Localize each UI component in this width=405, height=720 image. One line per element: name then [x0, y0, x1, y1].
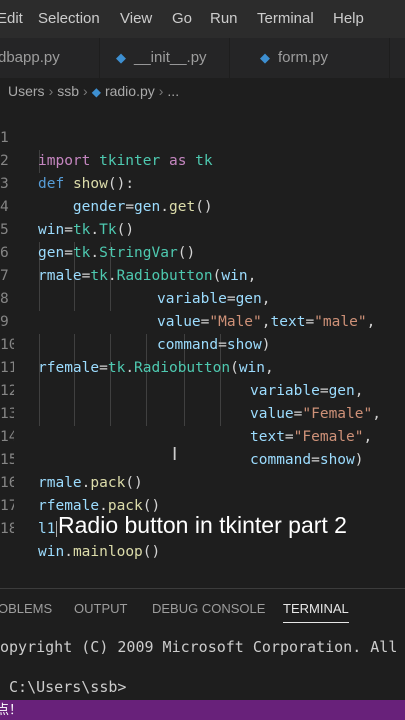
- video-caption: Radio button in tkinter part 2: [58, 512, 347, 538]
- code-line: 14 command=show): [0, 403, 405, 468]
- code-line: 8 value="Male",text="male",: [0, 265, 405, 330]
- menu-go[interactable]: Go: [172, 10, 192, 27]
- code-editor[interactable]: 1 import tkinter as tk 2 def show(): 3 g…: [0, 104, 405, 560]
- code-line: 12 value="Female",: [0, 357, 405, 422]
- chevron-right-icon: ›: [83, 83, 88, 99]
- menu-view[interactable]: View: [120, 10, 152, 27]
- tab-output[interactable]: OUTPUT: [74, 601, 127, 616]
- tab-dbapp[interactable]: dbapp.py: [0, 38, 100, 78]
- tab-label: dbapp.py: [0, 49, 60, 66]
- code-line: 16 rfemale.pack(): [0, 449, 405, 514]
- code-line: 7 variable=gen,: [0, 242, 405, 307]
- tab-problems[interactable]: OBLEMS: [0, 601, 52, 616]
- code-line: 5 gen=tk.StringVar(): [0, 196, 405, 261]
- breadcrumb-more[interactable]: ...: [167, 83, 179, 99]
- menu-edit[interactable]: Edit: [0, 10, 23, 27]
- code-line: 6 rmale=tk.Radiobutton(win,: [0, 219, 405, 284]
- panel-tab-bar: OBLEMS OUTPUT DEBUG CONSOLE TERMINAL: [0, 588, 405, 629]
- mouse-ibeam-icon: I: [172, 444, 178, 465]
- code-line: 2 def show():: [0, 127, 405, 192]
- code-line: 11 variable=gen,: [0, 334, 405, 399]
- python-file-icon: ◆: [260, 50, 270, 65]
- breadcrumb-file[interactable]: radio.py: [105, 83, 155, 99]
- tab-terminal[interactable]: TERMINAL: [283, 601, 349, 623]
- tab-init[interactable]: ◆ __init__.py: [100, 38, 230, 78]
- tab-label: form.py: [278, 49, 329, 66]
- code-line: 17 l1​: [0, 472, 405, 537]
- terminal-line: opyright (C) 2009 Microsoft Corporation.…: [0, 638, 405, 656]
- code-line: 3 gender=gen.get(): [0, 150, 405, 215]
- breadcrumb: Users › ssb › ◆ radio.py ›...: [0, 78, 405, 104]
- tab-debug-console[interactable]: DEBUG CONSOLE: [152, 601, 265, 616]
- status-text: 点！: [0, 702, 23, 717]
- menu-help[interactable]: Help: [333, 10, 364, 27]
- editor-tab-bar: dbapp.py ◆ __init__.py ◆ form.py: [0, 38, 405, 78]
- terminal-prompt[interactable]: C:\Users\ssb>: [0, 678, 405, 696]
- status-bar: 点！: [0, 700, 405, 720]
- python-file-icon: ◆: [91, 85, 101, 99]
- code-line: 13 text="Female",: [0, 380, 405, 445]
- tab-label: __init__.py: [134, 49, 207, 66]
- code-line: 9 command=show): [0, 288, 405, 353]
- tab-form[interactable]: ◆ form.py: [230, 38, 390, 78]
- menu-selection[interactable]: Selection: [38, 10, 100, 27]
- chevron-right-icon: ›: [48, 83, 54, 99]
- code-line: 1 import tkinter as tk: [0, 104, 405, 169]
- code-line: 10 rfemale=tk.Radiobutton(win,: [0, 311, 405, 376]
- menu-run[interactable]: Run: [210, 10, 238, 27]
- python-file-icon: ◆: [116, 50, 126, 65]
- code-line: 15 rmale.pack(): [0, 426, 405, 491]
- menu-terminal[interactable]: Terminal: [257, 10, 314, 27]
- breadcrumb-ssb[interactable]: ssb: [57, 83, 79, 99]
- code-line: 4 win=tk.Tk(): [0, 173, 405, 238]
- breadcrumb-users[interactable]: Users: [8, 83, 45, 99]
- menu-bar: Edit Selection View Go Run Terminal Help: [0, 0, 405, 38]
- chevron-right-icon: ›: [158, 83, 164, 99]
